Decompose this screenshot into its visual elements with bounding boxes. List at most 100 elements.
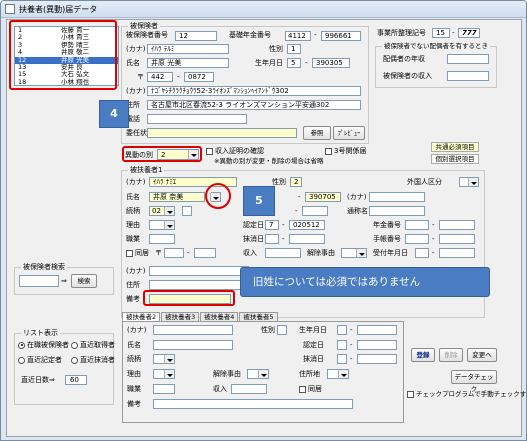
dep2-job-field[interactable]	[153, 384, 175, 394]
office-code-field-2[interactable]: 777	[458, 28, 480, 38]
chevron-down-icon[interactable]	[164, 221, 174, 229]
preview-button[interactable]: ﾌﾟﾚﾋﾞｭｰ	[333, 126, 365, 140]
checkbox-icon[interactable]	[126, 249, 133, 257]
dep-name-value: 井原 奈美	[153, 193, 184, 201]
radio-icon[interactable]	[71, 341, 78, 349]
third-checkbox[interactable]: 3号関係届	[325, 147, 366, 156]
spouse-income-field[interactable]	[447, 54, 489, 64]
dep2-release-select[interactable]	[247, 369, 269, 379]
dep-kana2-field[interactable]	[369, 192, 425, 202]
radio-recent-certified[interactable]: 直近記定者	[18, 356, 62, 365]
dep-cert-era-field[interactable]: 7	[265, 220, 279, 230]
dep-address-field[interactable]	[149, 280, 249, 290]
dep2-together-checkbox[interactable]: 同居	[299, 385, 322, 394]
chevron-down-icon[interactable]	[258, 370, 268, 378]
dep-notebook-field-2[interactable]	[439, 234, 475, 244]
register-button[interactable]: 登録	[411, 348, 435, 362]
insured-birth-era-field[interactable]: 5	[287, 58, 301, 68]
dep-cert-field[interactable]: 020512	[289, 220, 325, 230]
recent-days-field[interactable]: 60	[65, 375, 87, 385]
dep2-birth-era-field[interactable]	[337, 325, 347, 335]
dep-extra-field[interactable]	[302, 206, 328, 216]
dep2-income-field[interactable]	[231, 384, 267, 394]
checkbox-icon[interactable]	[206, 147, 213, 155]
chevron-down-icon[interactable]	[356, 249, 366, 257]
data-check-button[interactable]: データチェック	[451, 370, 497, 393]
pension-number-field-1[interactable]: 4112	[285, 31, 311, 41]
dep-release-select[interactable]	[341, 248, 367, 258]
dep2-cancel-field[interactable]	[357, 354, 397, 364]
insured-birth-field[interactable]: 390305	[312, 58, 350, 68]
insured-tel-field[interactable]	[147, 114, 247, 124]
commission-field[interactable]	[147, 128, 297, 138]
insured-zip-field-2[interactable]: 0872	[184, 72, 214, 82]
insured-name-field[interactable]: 井原 光美	[147, 58, 229, 68]
dep2-name-field[interactable]	[153, 340, 233, 350]
manual-check-checkbox[interactable]: チェックプログラムで手動チェックする。	[407, 390, 526, 399]
dep2-cert-era-field[interactable]	[337, 340, 347, 350]
dep2-remarks-field[interactable]	[153, 399, 353, 409]
checkbox-icon[interactable]	[299, 385, 306, 393]
foreign-select[interactable]	[459, 177, 479, 187]
dep-relation-label: 続柄	[126, 207, 140, 215]
search-input[interactable]	[19, 275, 59, 287]
dep-relation-select[interactable]: 02	[149, 206, 175, 216]
office-code-field-1[interactable]: 15	[432, 28, 450, 38]
chevron-down-icon[interactable]	[468, 178, 478, 186]
reference-button[interactable]: 参照	[303, 126, 331, 140]
radio-icon[interactable]	[18, 356, 25, 364]
dep-zip-field-1[interactable]	[164, 248, 184, 258]
chevron-down-icon[interactable]	[164, 370, 174, 378]
checkbox-icon[interactable]	[407, 390, 414, 398]
dep2-birth-field[interactable]	[357, 325, 397, 335]
dep-zip-field-2[interactable]	[194, 248, 216, 258]
pension-number-value-1: 4112	[288, 32, 306, 40]
dep2-reason-select[interactable]	[153, 369, 175, 379]
dep-pension-field-2[interactable]	[439, 220, 475, 230]
dep-pension-field-1[interactable]	[405, 220, 429, 230]
dep-receive-field[interactable]	[439, 248, 475, 258]
insured-sex-field[interactable]: 1	[287, 44, 301, 54]
insured-address-field[interactable]: 名古屋市北区春流52-3 ライオンズマンション平安通302	[147, 100, 361, 110]
dep-name-field[interactable]: 井原 奈美	[149, 192, 205, 202]
dep2-sex-label: 性別	[261, 326, 275, 334]
dep-notebook-field-1[interactable]	[405, 234, 429, 244]
dep2-kana-field[interactable]	[153, 325, 233, 335]
dep-reason-select[interactable]	[149, 220, 175, 230]
dep2-sex-field[interactable]	[277, 325, 287, 335]
dep-alias-field[interactable]	[369, 206, 425, 216]
radio-icon[interactable]	[71, 356, 78, 364]
dep-addr-kana-field[interactable]	[149, 266, 249, 276]
dep2-cert-field[interactable]	[357, 340, 397, 350]
radio-icon[interactable]	[18, 341, 25, 349]
insured-income-field[interactable]	[447, 71, 489, 81]
insured-addr-kana-field[interactable]: ﾅｺﾞﾔｼﾁｸﾗｸﾁｮｳﾗ52-3ﾗｲｵﾝｽﾞﾏﾝｼｮﾝﾍｲｱﾝﾄﾞｳ302	[147, 86, 361, 96]
dep2-relation-select[interactable]	[153, 354, 175, 364]
edit-button[interactable]: 変更へ	[467, 348, 497, 362]
dep-sex-field[interactable]: 2	[290, 177, 302, 187]
insured-number-field[interactable]: 12	[175, 31, 217, 41]
chevron-down-icon[interactable]	[338, 370, 348, 378]
dep-cancel-field[interactable]	[289, 234, 325, 244]
chevron-down-icon[interactable]	[164, 207, 174, 215]
insured-zip-field-1[interactable]: 442	[147, 72, 173, 82]
delete-button[interactable]: 削除	[439, 348, 463, 362]
pension-number-field-2[interactable]: 996661	[321, 31, 361, 41]
checkbox-icon[interactable]	[325, 147, 332, 155]
dep-together-checkbox[interactable]: 同居	[126, 249, 149, 258]
dep-relation-extra[interactable]	[182, 206, 192, 216]
chevron-down-icon[interactable]	[164, 355, 174, 363]
radio-recent-cancelled[interactable]: 直近抹消者	[71, 356, 115, 365]
search-button[interactable]: 検索	[71, 274, 97, 288]
dep-receive-era-field[interactable]	[415, 248, 429, 258]
dep-cancel-era-field[interactable]	[265, 234, 279, 244]
radio-current-insured[interactable]: 在職被保険者	[18, 341, 69, 350]
insured-kana-field[interactable]: ｲﾊﾗ ﾃﾙﾐ	[147, 44, 229, 54]
dep-income-field[interactable]	[265, 248, 301, 258]
dep2-cancel-era-field[interactable]	[337, 354, 347, 364]
income-cert-checkbox[interactable]: 収入証明の確認	[206, 147, 264, 156]
dep-birth-field[interactable]: 390705	[305, 192, 341, 202]
dep2-addr-select[interactable]	[327, 369, 349, 379]
dep-job-field[interactable]	[149, 234, 175, 244]
radio-recent-acquired[interactable]: 直近取得者	[71, 341, 115, 350]
